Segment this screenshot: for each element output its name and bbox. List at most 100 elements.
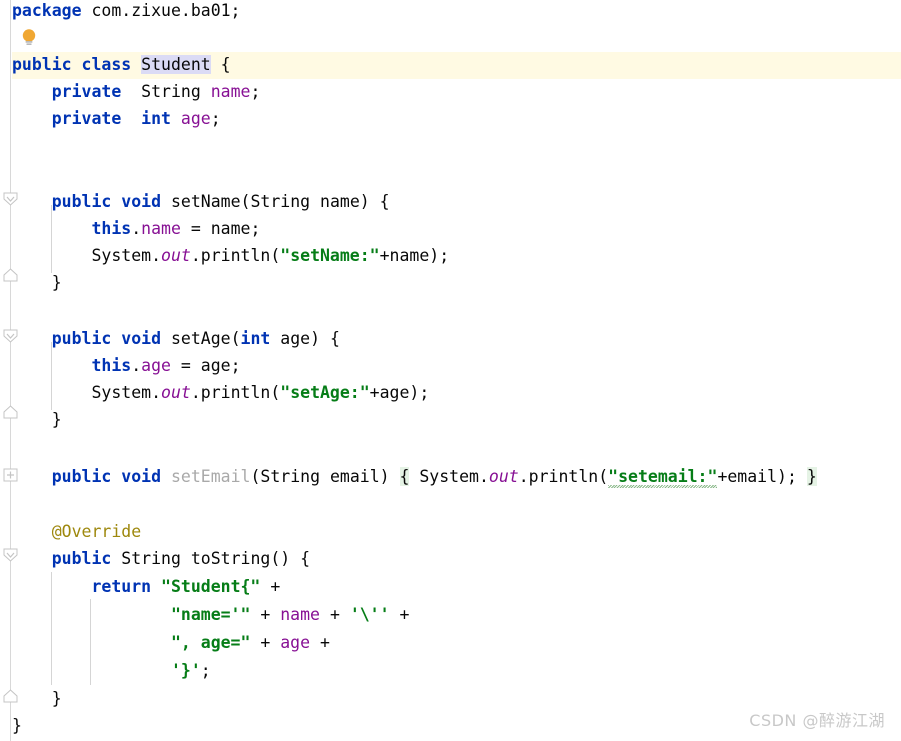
token-semicolon: ; (419, 383, 430, 402)
code-line-annotation[interactable]: @Override (0, 518, 901, 545)
code-line-field-name[interactable]: private String name; (0, 78, 901, 105)
token-brace-close: } (12, 716, 22, 735)
token-plus: + (717, 467, 728, 486)
token-keyword-this: this (91, 356, 132, 375)
token-type-string: String (121, 549, 181, 568)
token-string-setname: "setName:" (280, 246, 380, 265)
token-plus: + (260, 605, 271, 624)
token-type-int: int (141, 109, 171, 128)
token-semicolon: ; (200, 661, 211, 680)
token-plus: + (270, 577, 281, 596)
token-out: out (488, 467, 519, 486)
token-out: out (161, 246, 191, 265)
code-line-setemail-folded[interactable]: public void setEmail(String email) { Sys… (0, 463, 901, 490)
token-println: println (200, 246, 271, 265)
code-line-concat-name[interactable]: "name='" + name + '\'' + (0, 601, 901, 628)
token-keyword-public: public (51, 192, 112, 211)
code-line-assign-age[interactable]: this.age = age; (0, 352, 901, 379)
token-field-name: name (210, 82, 251, 101)
token-plus: + (260, 633, 271, 652)
token-method-setemail: setEmail (170, 467, 251, 486)
token-dot: . (131, 219, 142, 238)
token-keyword-void: void (121, 467, 162, 486)
token-method-tostring: toString (190, 549, 271, 568)
token-println: println (528, 467, 599, 486)
token-method-setname: setName (170, 192, 241, 211)
token-plus: + (369, 383, 380, 402)
token-semicolon: ; (250, 82, 261, 101)
code-line-assign-name[interactable]: this.name = name; (0, 215, 901, 242)
token-string-setage: "setAge:" (280, 383, 370, 402)
token-semicolon: ; (250, 219, 261, 238)
token-keyword: package (12, 1, 82, 20)
token-param-email: email (329, 467, 380, 486)
token-param-age: age (379, 383, 410, 402)
token-param-name: name (389, 246, 430, 265)
token-field-name: name (141, 219, 181, 238)
folded-region-open-brace[interactable]: { (399, 467, 410, 486)
token-plus: + (399, 605, 410, 624)
token-equals: = (190, 219, 201, 238)
token-type-string: String (250, 192, 311, 211)
code-line-println-setname[interactable]: System.out.println("setName:"+name); (0, 242, 901, 269)
token-keyword-public: public (51, 467, 112, 486)
token-brace-open: { (379, 192, 390, 211)
token-field-age: age (141, 356, 171, 375)
token-system: System (91, 246, 152, 265)
token-keyword-public: public (51, 329, 112, 348)
token-string-name-eq: "name='" (170, 605, 251, 624)
token-type-string: String (141, 82, 201, 101)
token-brace-close: } (51, 689, 62, 708)
token-keyword-private: private (51, 82, 122, 101)
code-content[interactable]: package com.zixue.ba01; public class Stu… (0, 0, 901, 741)
code-line-return[interactable]: return "Student{" + (0, 573, 901, 600)
token-method-setage: setAge (170, 329, 231, 348)
token-brace-close: } (51, 273, 62, 292)
token-package-name: com.zixue.ba01; (91, 1, 241, 20)
token-plus: + (320, 633, 330, 652)
token-char-quote: '\'' (349, 605, 390, 624)
code-line-setname-signature[interactable]: public void setName(String name) { (0, 188, 901, 215)
token-class-name: Student (141, 55, 211, 74)
token-keyword-this: this (91, 219, 132, 238)
code-line-field-age[interactable]: private int age; (0, 105, 901, 132)
code-line-concat-close[interactable]: '}'; (0, 657, 901, 684)
token-brace-open: { (220, 55, 231, 74)
code-line-close-brace[interactable]: } (0, 269, 901, 296)
token-param-age: age (280, 329, 311, 348)
token-plus: + (329, 605, 340, 624)
token-field-age: age (180, 109, 211, 128)
token-type-int: int (240, 329, 271, 348)
code-line[interactable]: package com.zixue.ba01; (0, 0, 901, 24)
token-type-string: String (260, 467, 321, 486)
code-editor[interactable]: package com.zixue.ba01; public class Stu… (0, 0, 901, 741)
token-keyword-private: private (51, 109, 122, 128)
token-brace-close: } (51, 410, 62, 429)
token-keyword-return: return (91, 577, 152, 596)
code-line-setage-signature[interactable]: public void setAge(int age) { (0, 325, 901, 352)
token-semicolon: ; (439, 246, 450, 265)
token-equals: = (180, 356, 191, 375)
token-annotation-override: @Override (51, 522, 142, 541)
code-line-close-brace[interactable]: } (0, 406, 901, 433)
code-line-println-setage[interactable]: System.out.println("setAge:"+age); (0, 379, 901, 406)
token-plus: + (379, 246, 390, 265)
token-char-close-brace: '}' (170, 661, 201, 680)
token-out: out (161, 383, 191, 402)
token-string-comma-age: ", age=" (170, 633, 251, 652)
code-line-tostring-signature[interactable]: public String toString() { (0, 545, 901, 572)
token-system: System (91, 383, 152, 402)
token-semicolon: ; (230, 356, 241, 375)
token-semicolon: ; (210, 109, 221, 128)
code-line-concat-age[interactable]: ", age=" + age + (0, 629, 901, 656)
csdn-watermark: CSDN @醉游江湖 (749, 711, 885, 730)
folded-region-close-brace[interactable]: } (806, 467, 817, 486)
token-field-name: name (280, 605, 320, 624)
token-keyword-void: void (121, 329, 162, 348)
token-keyword-public: public (51, 549, 112, 568)
token-string-student-open: "Student{" (161, 577, 261, 596)
token-keyword-void: void (121, 192, 162, 211)
code-line-class-decl[interactable]: public class Student { (0, 51, 901, 78)
token-param-email: email (727, 467, 778, 486)
token-string-setemail: "setemail:" (608, 467, 718, 486)
